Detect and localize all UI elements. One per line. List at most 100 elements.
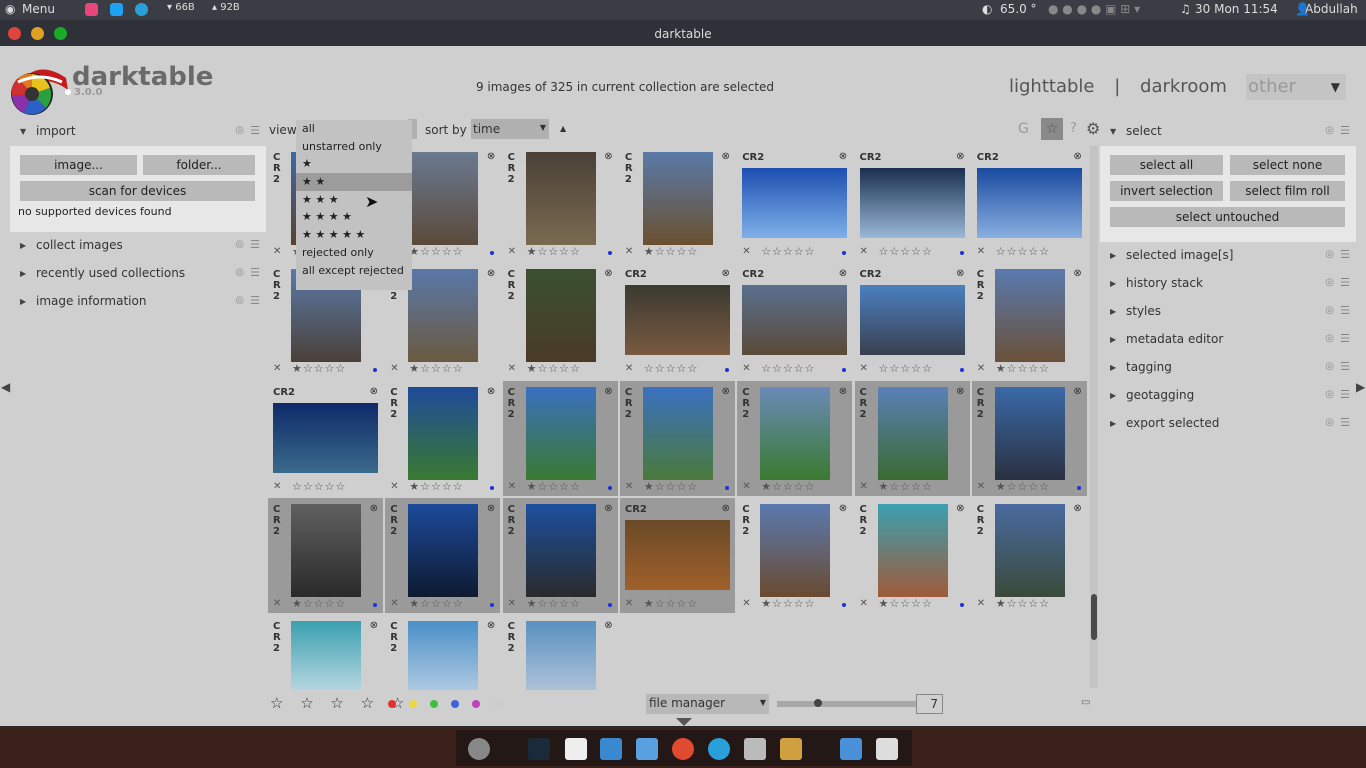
thumbnail[interactable]: CR2⊗✕☆☆☆☆☆ <box>971 146 1087 261</box>
star-rating[interactable]: ☆☆☆☆☆ <box>996 245 1050 258</box>
thumbnail-image[interactable] <box>994 386 1065 480</box>
thumbnail[interactable]: CR2 ⊗ ✕ ★☆☆☆☆ <box>502 146 618 261</box>
module-right[interactable]: ▶ metadata editor ◎ ☰ <box>1100 326 1356 354</box>
star-rating[interactable]: ★☆☆☆☆ <box>409 362 463 375</box>
star-rating[interactable]: ★☆☆☆☆ <box>996 597 1050 610</box>
clock[interactable]: 30 Mon 11:54 <box>1195 2 1278 16</box>
thumbnail-image[interactable] <box>859 285 965 356</box>
thumbnail-image[interactable] <box>642 152 713 245</box>
thumbnail-image[interactable] <box>994 269 1065 363</box>
group-icon[interactable]: ⊗ <box>722 151 730 162</box>
reject-icon[interactable]: ✕ <box>508 481 516 492</box>
presets-icon[interactable]: ☰ <box>1340 360 1350 373</box>
star-rating[interactable]: ☆☆☆☆☆ <box>879 362 933 375</box>
import-image-button[interactable]: image... <box>20 155 137 175</box>
thumbnail-image[interactable] <box>408 269 479 363</box>
module-right[interactable]: ▶ styles ◎ ☰ <box>1100 298 1356 326</box>
dropdown-option[interactable]: ★ ★ ★ <box>296 191 412 209</box>
reject-icon[interactable]: ✕ <box>860 246 868 257</box>
star-rating[interactable]: ☆☆☆☆☆ <box>761 245 815 258</box>
select-all-button[interactable]: select all <box>1110 155 1223 175</box>
star-rating[interactable]: ★☆☆☆☆ <box>409 245 463 258</box>
group-icon[interactable]: ⊗ <box>722 268 730 279</box>
module-collect-images[interactable]: ▶ collect images ◎ ☰ <box>10 232 266 260</box>
reject-icon[interactable]: ✕ <box>508 363 516 374</box>
module-right[interactable]: ▶ history stack ◎ ☰ <box>1100 270 1356 298</box>
presets-icon[interactable]: ☰ <box>1340 276 1350 289</box>
reject-icon[interactable]: ✕ <box>390 481 398 492</box>
star-rating[interactable]: ★☆☆☆☆ <box>761 480 815 493</box>
star-rating[interactable]: ★☆☆☆☆ <box>292 597 346 610</box>
module-image-information[interactable]: ▶ image information ◎ ☰ <box>10 288 266 316</box>
group-icon[interactable]: ⊗ <box>604 620 612 631</box>
group-icon[interactable]: ⊗ <box>722 386 730 397</box>
dropdown-option[interactable]: ★ ★ ★ ★ <box>296 208 412 226</box>
thumbnail-image[interactable] <box>976 168 1082 238</box>
thumbnail-image[interactable] <box>994 503 1065 597</box>
thumbnail[interactable]: CR2 ⊗ ✕ ★☆☆☆☆ <box>971 497 1087 613</box>
color-label-dot[interactable] <box>409 700 417 708</box>
group-icon[interactable]: ⊗ <box>1073 268 1081 279</box>
dropdown-option[interactable]: ★ ★ ★ ★ ★ <box>296 226 412 244</box>
thumbnail-image[interactable] <box>525 621 596 690</box>
reset-icon[interactable]: ◎ <box>1325 417 1334 428</box>
color-label-dot[interactable] <box>493 700 501 708</box>
folder2-icon[interactable] <box>840 738 862 760</box>
reject-icon[interactable]: ✕ <box>977 363 985 374</box>
typora-icon[interactable] <box>744 738 766 760</box>
group-icon[interactable]: ⊗ <box>604 151 612 162</box>
maximize-icon[interactable] <box>54 27 67 40</box>
dropdown-option[interactable]: ★ ★ <box>296 173 412 191</box>
group-icon[interactable]: ⊗ <box>1073 151 1081 162</box>
thumbnail[interactable]: CR2 ⊗ ✕ ★☆☆☆☆ <box>854 497 970 613</box>
star-rating[interactable]: ☆☆☆☆☆ <box>879 245 933 258</box>
thumbnail-image[interactable] <box>408 152 479 245</box>
color-label-dot[interactable] <box>451 700 459 708</box>
thumbnail-image[interactable] <box>742 168 848 238</box>
reject-icon[interactable]: ✕ <box>625 246 633 257</box>
module-select-header[interactable]: ▼ select ◎ ☰ <box>1100 118 1356 146</box>
app-menu-icon[interactable]: ◉ <box>5 2 15 16</box>
browser-icon[interactable] <box>672 738 694 760</box>
reject-icon[interactable]: ✕ <box>508 246 516 257</box>
thumbnail[interactable]: CR2⊗✕☆☆☆☆☆ <box>502 615 618 690</box>
thumbnail[interactable]: CR2 ⊗ ✕ ★☆☆☆☆ <box>502 263 618 379</box>
thumbnail-image[interactable] <box>525 269 596 363</box>
dropdown-option[interactable]: all except rejected <box>296 262 412 280</box>
thumbnail-image[interactable] <box>760 503 831 597</box>
dropdown-option[interactable]: rejected only <box>296 244 412 262</box>
folder-icon[interactable] <box>636 738 658 760</box>
presets-icon[interactable]: ☰ <box>1340 248 1350 261</box>
thumbnail[interactable]: CR2 ⊗ ✕ ★☆☆☆☆ <box>619 146 735 261</box>
thumbnail-image[interactable] <box>291 503 361 597</box>
reject-icon[interactable]: ✕ <box>860 598 868 609</box>
group-icon[interactable]: ⊗ <box>722 503 730 514</box>
thumbnail[interactable]: CR2 ⊗ ✕ ★☆☆☆☆ <box>737 497 853 613</box>
music-icon[interactable]: ♫ <box>1180 2 1191 16</box>
group-icon[interactable]: ⊗ <box>1073 503 1081 514</box>
thumbnail-image[interactable] <box>760 386 831 480</box>
reset-icon[interactable]: ◎ <box>1325 389 1334 400</box>
thumbnail[interactable]: CR2 ⊗ ✕ ★☆☆☆☆ <box>737 380 853 496</box>
thumbnail[interactable]: CR2 ⊗ ✕ ★☆☆☆☆ <box>971 380 1087 496</box>
group-icon[interactable]: ⊗ <box>604 268 612 279</box>
reset-icon[interactable]: ◎ <box>1325 305 1334 316</box>
zoom-slider-handle[interactable] <box>814 699 822 707</box>
group-icon[interactable]: ⊗ <box>956 151 964 162</box>
minimize-icon[interactable] <box>31 27 44 40</box>
thumbnail-image[interactable] <box>859 168 965 238</box>
star-rating[interactable]: ★☆☆☆☆ <box>879 597 933 610</box>
overlay-star-icon[interactable]: ☆ <box>1041 118 1063 140</box>
reject-icon[interactable]: ✕ <box>742 481 750 492</box>
thumbnail[interactable]: CR2⊗✕☆☆☆☆☆ <box>268 615 383 690</box>
user-name[interactable]: Abdullah <box>1305 2 1358 16</box>
reject-icon[interactable]: ✕ <box>742 246 750 257</box>
twitter-icon[interactable] <box>110 3 123 16</box>
group-icon[interactable]: ⊗ <box>956 386 964 397</box>
thumbnail-image[interactable] <box>877 503 948 597</box>
reject-icon[interactable]: ✕ <box>977 598 985 609</box>
sort-direction-icon[interactable]: ▲ <box>560 124 566 133</box>
right-panel-toggle-icon[interactable]: ▶ <box>1356 380 1365 394</box>
left-panel-toggle-icon[interactable]: ◀ <box>1 380 10 394</box>
module-right[interactable]: ▶ export selected ◎ ☰ <box>1100 410 1356 438</box>
